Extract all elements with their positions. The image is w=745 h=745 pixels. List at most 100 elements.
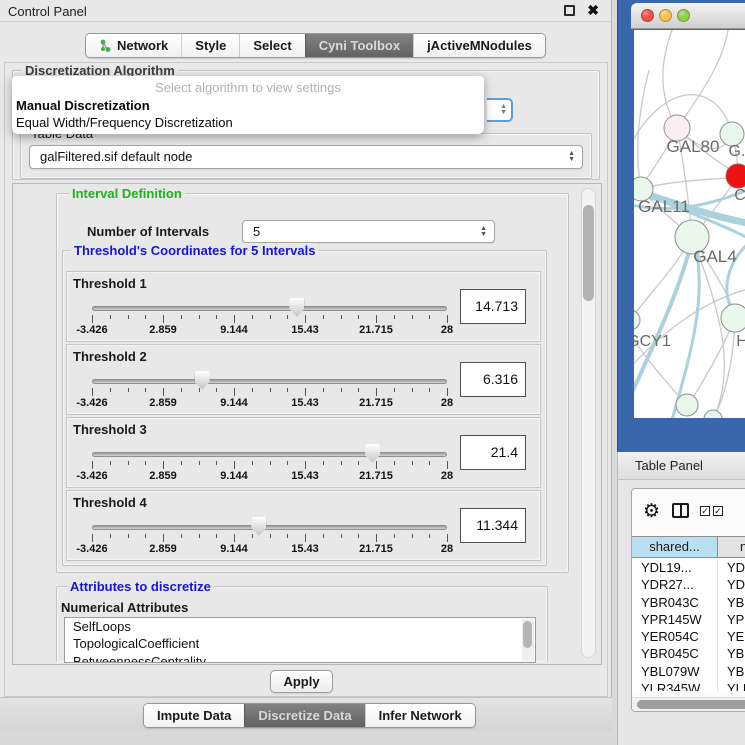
- interval-definition-title: Interval Definition: [69, 186, 185, 201]
- scrollbar-thumb[interactable]: [637, 700, 745, 709]
- cell-shared-name[interactable]: YBR045C: [632, 645, 718, 662]
- tick-label: 2.859: [149, 324, 177, 336]
- cell-shared-name[interactable]: YLR345W: [632, 680, 718, 691]
- interval-definition-group: Interval Definition Number of Intervals …: [56, 193, 569, 573]
- slider-track[interactable]: [92, 379, 447, 384]
- tab-impute-data[interactable]: Impute Data: [144, 704, 244, 727]
- cell-name[interactable]: YBL0: [718, 663, 745, 680]
- cell-name[interactable]: YBR0: [718, 594, 745, 611]
- close-icon[interactable]: ✖: [587, 2, 599, 19]
- network-edge[interactable]: [663, 30, 677, 128]
- table-row[interactable]: YDR27...YDR2: [632, 576, 745, 593]
- slider-tick-labels: -3.4262.8599.14415.4321.71528: [92, 324, 448, 336]
- table-panel-title: Table Panel: [635, 458, 703, 473]
- vertical-scrollbar[interactable]: [581, 188, 596, 658]
- float-window-icon[interactable]: [564, 5, 575, 16]
- tab-label: Network: [117, 34, 168, 57]
- number-of-intervals-combobox[interactable]: 5 ▲▼: [242, 220, 495, 243]
- tab-label: jActiveMNodules: [427, 34, 532, 57]
- slider-track[interactable]: [92, 306, 447, 311]
- dropdown-option[interactable]: Equal Width/Frequency Discretization: [16, 115, 233, 130]
- threshold-value-field[interactable]: 11.344: [460, 508, 526, 543]
- cell-shared-name[interactable]: YER054C: [632, 628, 718, 645]
- tick-label: 2.859: [149, 543, 177, 555]
- dropdown-placeholder: Select algorithm to view settings: [12, 80, 484, 95]
- table-row[interactable]: YLR345WYLR3: [632, 680, 745, 691]
- gear-icon[interactable]: ⚙: [643, 500, 660, 522]
- attribute-list-item[interactable]: TopologicalCoefficient: [65, 635, 535, 652]
- cell-shared-name[interactable]: YDR27...: [632, 576, 718, 593]
- table-row[interactable]: YER054CYER0: [632, 628, 745, 645]
- network-node[interactable]: [676, 394, 698, 416]
- table-row[interactable]: YBR045CYBR0: [632, 645, 745, 662]
- tab-label: Infer Network: [379, 704, 462, 727]
- apply-button[interactable]: Apply: [270, 670, 333, 693]
- network-node[interactable]: [721, 304, 745, 332]
- node-label: GAL4: [693, 247, 736, 266]
- cell-name[interactable]: YBR0: [718, 645, 745, 662]
- checkbox-icon[interactable]: ✓: [700, 506, 710, 516]
- checkbox-icon[interactable]: ✓: [713, 506, 723, 516]
- table-row[interactable]: YPR145WYPR1: [632, 611, 745, 628]
- tick-label: 9.144: [220, 543, 248, 555]
- table-row[interactable]: YBR043CYBR0: [632, 594, 745, 611]
- slider-track[interactable]: [92, 452, 447, 457]
- table-data-group: galFiltered.sif default node ▲▼: [20, 133, 592, 179]
- stepper-arrows-icon: ▲▼: [500, 104, 507, 116]
- column-header-shared-name[interactable]: shared...: [632, 537, 718, 557]
- network-view-window: GAL80G.CGAL11GAL4GCY1HHAP2: [617, 0, 745, 452]
- table-row[interactable]: YDL19...YDL1: [632, 559, 745, 576]
- tab-select[interactable]: Select: [239, 34, 304, 57]
- tick-label: 15.43: [291, 397, 319, 409]
- horizontal-scrollbar[interactable]: [632, 697, 745, 711]
- threshold-value-field[interactable]: 21.4: [460, 435, 526, 470]
- tab-cyni-toolbox[interactable]: Cyni Toolbox: [305, 34, 413, 57]
- scrollbar-thumb[interactable]: [523, 621, 532, 648]
- numerical-attributes-list: SelfLoopsTopologicalCoefficientBetweenne…: [64, 617, 536, 663]
- cell-name[interactable]: YDL1: [718, 559, 745, 576]
- zoom-traffic-light-icon[interactable]: [677, 9, 690, 22]
- tab-discretize-data[interactable]: Discretize Data: [244, 704, 364, 727]
- minimize-traffic-light-icon[interactable]: [659, 9, 672, 22]
- tab-jactivemnodules[interactable]: jActiveMNodules: [413, 34, 545, 57]
- algorithm-combobox[interactable]: ▲▼: [487, 98, 513, 122]
- table-panel: Table Panel ⚙ ✓ ✓ shared... na YDL19...Y…: [617, 452, 745, 745]
- tick-label: 9.144: [220, 324, 248, 336]
- cell-name[interactable]: YER0: [718, 628, 745, 645]
- cell-name[interactable]: YLR3: [718, 680, 745, 691]
- network-node[interactable]: [634, 310, 640, 330]
- node-table-card: ⚙ ✓ ✓ shared... na YDL19...YDL1YDR27...Y…: [631, 488, 745, 712]
- cell-shared-name[interactable]: YBL079W: [632, 663, 718, 680]
- cell-name[interactable]: YDR2: [718, 576, 745, 593]
- table-data-combobox[interactable]: galFiltered.sif default node ▲▼: [29, 145, 583, 169]
- column-header-name[interactable]: na: [718, 537, 745, 557]
- close-traffic-light-icon[interactable]: [641, 9, 654, 22]
- tab-network[interactable]: Network: [86, 34, 181, 57]
- threshold-value-field[interactable]: 14.713: [460, 289, 526, 324]
- tab-label: Cyni Toolbox: [319, 34, 400, 57]
- tab-style[interactable]: Style: [181, 34, 239, 57]
- threshold-value-field[interactable]: 6.316: [460, 362, 526, 397]
- network-edge[interactable]: [677, 30, 729, 128]
- list-scrollbar[interactable]: [522, 619, 534, 661]
- table-row[interactable]: YBL079WYBL0: [632, 663, 745, 680]
- threshold-slider-panel: Threshold 4-3.4262.8599.14415.4321.71528…: [66, 490, 541, 561]
- thresholds-group: Threshold's Coordinates for 5 Intervals …: [62, 250, 547, 566]
- cell-shared-name[interactable]: YBR043C: [632, 594, 718, 611]
- scrollbar-thumb[interactable]: [583, 205, 594, 301]
- slider-ticks: [92, 315, 448, 324]
- columns-icon[interactable]: [672, 503, 689, 518]
- attribute-list-item[interactable]: SelfLoops: [65, 618, 535, 635]
- tab-infer-network[interactable]: Infer Network: [365, 704, 475, 727]
- network-edge[interactable]: [641, 177, 737, 189]
- node-label: GCY1: [634, 333, 671, 350]
- dropdown-option[interactable]: Manual Discretization: [16, 98, 150, 113]
- attribute-list-item[interactable]: BetweennessCentrality: [65, 653, 535, 663]
- network-canvas[interactable]: GAL80G.CGAL11GAL4GCY1HHAP2: [634, 30, 745, 418]
- network-node[interactable]: [726, 164, 745, 188]
- cell-name[interactable]: YPR1: [718, 611, 745, 628]
- slider-track[interactable]: [92, 525, 447, 530]
- cell-shared-name[interactable]: YDL19...: [632, 559, 718, 576]
- cell-shared-name[interactable]: YPR145W: [632, 611, 718, 628]
- network-edge[interactable]: [638, 70, 649, 189]
